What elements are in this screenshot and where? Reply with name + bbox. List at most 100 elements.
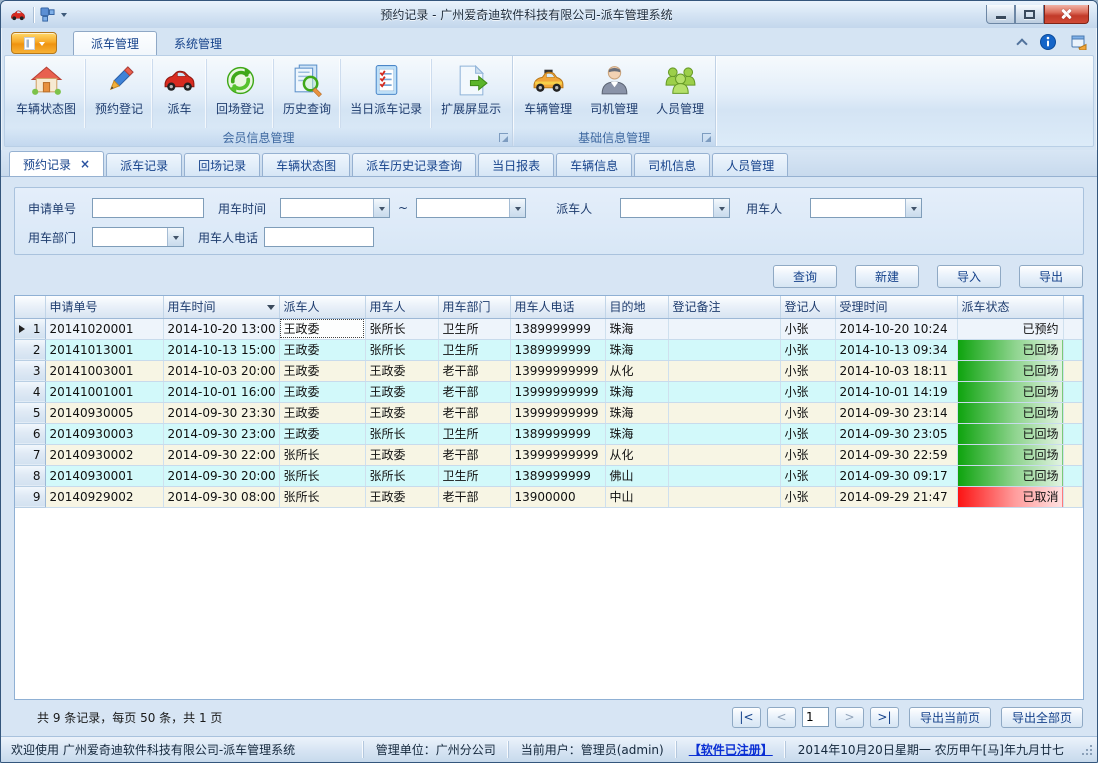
table-cell[interactable]: 2014-09-30 22:00 (163, 444, 279, 465)
document-tab-派车记录[interactable]: 派车记录 (106, 153, 182, 176)
table-cell[interactable] (668, 360, 780, 381)
column-header-用车部门[interactable]: 用车部门 (438, 296, 510, 318)
table-cell[interactable]: 2014-09-30 20:00 (163, 465, 279, 486)
table-cell[interactable]: 小张 (780, 381, 835, 402)
table-cell[interactable]: 2014-09-30 23:30 (163, 402, 279, 423)
column-header-派车人[interactable]: 派车人 (279, 296, 365, 318)
row-indicator-cell[interactable]: 7 (15, 444, 45, 465)
table-cell[interactable] (668, 465, 780, 486)
chevron-down-icon[interactable] (905, 199, 921, 217)
sort-descending-icon[interactable] (267, 305, 275, 314)
dialog-launcher-icon[interactable] (499, 133, 508, 142)
table-cell[interactable]: 佛山 (605, 465, 668, 486)
next-page-button[interactable]: > (835, 707, 864, 728)
application-menu-button[interactable] (11, 32, 57, 54)
dispatch-status-cell[interactable]: 已取消 (957, 486, 1063, 507)
table-cell[interactable] (668, 486, 780, 507)
column-header-用车人电话[interactable]: 用车人电话 (510, 296, 605, 318)
column-header-目的地[interactable]: 目的地 (605, 296, 668, 318)
ribbon-tab-系统管理[interactable]: 系统管理 (157, 31, 239, 55)
table-cell[interactable]: 2014-09-30 23:05 (835, 423, 957, 444)
export-button[interactable]: 导出 (1019, 265, 1083, 288)
table-cell[interactable]: 老干部 (438, 381, 510, 402)
table-cell[interactable]: 张所长 (279, 486, 365, 507)
table-cell[interactable]: 王政委 (279, 339, 365, 360)
document-tab-司机信息[interactable]: 司机信息 (634, 153, 710, 176)
table-cell[interactable]: 老干部 (438, 486, 510, 507)
table-cell[interactable]: 20140930001 (45, 465, 163, 486)
table-row[interactable]: 6201409300032014-09-30 23:00王政委张所长卫生所138… (15, 423, 1083, 444)
table-cell[interactable]: 王政委 (279, 423, 365, 444)
table-cell[interactable]: 2014-09-30 23:14 (835, 402, 957, 423)
column-header-用车时间[interactable]: 用车时间 (163, 296, 279, 318)
table-cell[interactable]: 20140929002 (45, 486, 163, 507)
column-header-受理时间[interactable]: 受理时间 (835, 296, 957, 318)
table-cell[interactable]: 2014-10-13 09:34 (835, 339, 957, 360)
table-cell[interactable]: 老干部 (438, 360, 510, 381)
table-cell[interactable] (668, 381, 780, 402)
chevron-down-icon[interactable] (373, 199, 389, 217)
table-cell[interactable]: 张所长 (365, 465, 438, 486)
document-tab-车辆信息[interactable]: 车辆信息 (556, 153, 632, 176)
ribbon-button-派车[interactable]: 派车 (152, 59, 206, 128)
table-cell[interactable]: 珠海 (605, 423, 668, 444)
table-cell[interactable]: 卫生所 (438, 465, 510, 486)
column-header-用车人[interactable]: 用车人 (365, 296, 438, 318)
document-tab-车辆状态图[interactable]: 车辆状态图 (262, 153, 350, 176)
table-cell[interactable]: 卫生所 (438, 423, 510, 444)
dispatch-status-cell[interactable]: 已回场 (957, 360, 1063, 381)
column-header-派车状态[interactable]: 派车状态 (957, 296, 1063, 318)
dispatch-status-cell[interactable]: 已回场 (957, 402, 1063, 423)
table-row[interactable]: 8201409300012014-09-30 20:00张所长张所长卫生所138… (15, 465, 1083, 486)
dispatch-status-cell[interactable]: 已回场 (957, 339, 1063, 360)
table-cell[interactable]: 20141013001 (45, 339, 163, 360)
table-cell[interactable]: 王政委 (365, 486, 438, 507)
table-cell[interactable]: 13900000 (510, 486, 605, 507)
query-button[interactable]: 查询 (773, 265, 837, 288)
table-cell[interactable]: 1389999999 (510, 465, 605, 486)
table-cell[interactable]: 2014-09-30 23:00 (163, 423, 279, 444)
ribbon-button-司机管理[interactable]: 司机管理 (581, 59, 647, 128)
license-link[interactable]: 【软件已注册】 (676, 741, 785, 758)
maximize-button[interactable] (1015, 5, 1044, 24)
ribbon-button-车辆状态图[interactable]: 车辆状态图 (7, 59, 85, 128)
row-indicator-cell[interactable]: 8 (15, 465, 45, 486)
table-cell[interactable]: 珠海 (605, 339, 668, 360)
table-cell[interactable]: 13999999999 (510, 402, 605, 423)
ribbon-button-历史查询[interactable]: 历史查询 (273, 59, 340, 128)
document-tab-人员管理[interactable]: 人员管理 (712, 153, 788, 176)
table-cell[interactable]: 2014-10-20 13:00 (163, 318, 279, 339)
table-cell[interactable]: 2014-10-20 10:24 (835, 318, 957, 339)
application-no-input[interactable] (92, 198, 204, 218)
chevron-down-icon[interactable] (509, 199, 525, 217)
info-icon[interactable] (1040, 34, 1056, 50)
table-cell[interactable]: 2014-10-03 20:00 (163, 360, 279, 381)
table-cell[interactable]: 张所长 (279, 465, 365, 486)
ribbon-button-当日派车记录[interactable]: 当日派车记录 (340, 59, 431, 128)
prev-page-button[interactable]: < (767, 707, 796, 728)
table-cell[interactable]: 王政委 (365, 444, 438, 465)
chevron-down-icon[interactable] (167, 228, 183, 246)
table-row[interactable]: 4201410010012014-10-01 16:00王政委王政委老干部139… (15, 381, 1083, 402)
table-cell[interactable]: 13999999999 (510, 444, 605, 465)
column-header-登记人[interactable]: 登记人 (780, 296, 835, 318)
column-header-登记备注[interactable]: 登记备注 (668, 296, 780, 318)
table-cell[interactable]: 13999999999 (510, 360, 605, 381)
dispatcher-combo[interactable] (620, 198, 730, 218)
table-cell[interactable]: 王政委 (279, 402, 365, 423)
table-cell[interactable]: 王政委 (365, 381, 438, 402)
table-cell[interactable]: 2014-10-03 18:11 (835, 360, 957, 381)
table-cell[interactable]: 20141020001 (45, 318, 163, 339)
table-cell[interactable]: 卫生所 (438, 318, 510, 339)
table-cell[interactable]: 20140930005 (45, 402, 163, 423)
row-indicator-cell[interactable]: 2 (15, 339, 45, 360)
table-cell[interactable]: 2014-09-30 22:59 (835, 444, 957, 465)
table-cell[interactable]: 2014-09-29 21:47 (835, 486, 957, 507)
ribbon-button-预约登记[interactable]: 预约登记 (85, 59, 152, 128)
table-cell[interactable]: 中山 (605, 486, 668, 507)
table-cell[interactable]: 小张 (780, 339, 835, 360)
car-user-combo[interactable] (810, 198, 922, 218)
dispatch-status-cell[interactable]: 已回场 (957, 465, 1063, 486)
resize-grip[interactable] (1080, 743, 1093, 756)
table-cell[interactable] (668, 339, 780, 360)
